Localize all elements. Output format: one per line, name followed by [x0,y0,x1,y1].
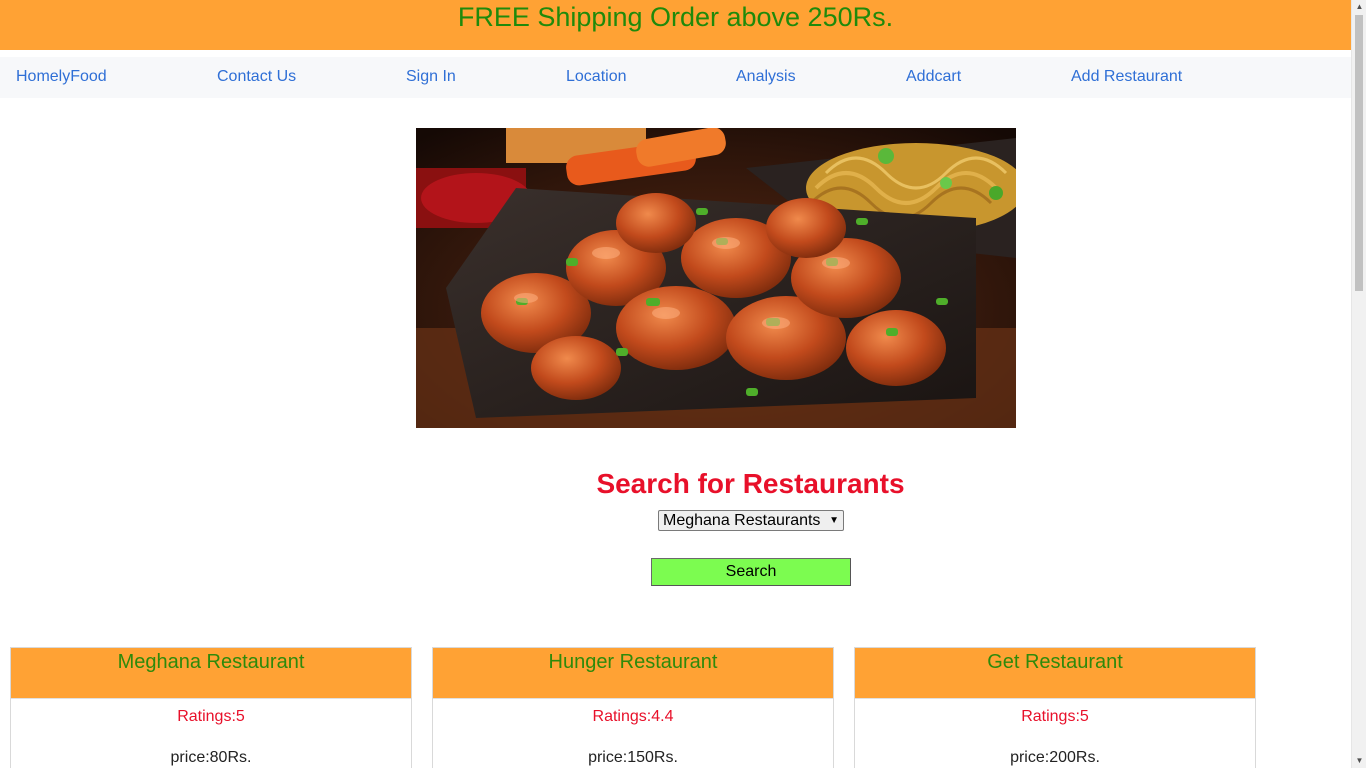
restaurant-price: price:150Rs. [588,749,678,766]
content: FREE Shipping Order above 250Rs. HomelyF… [0,0,1351,768]
restaurant-price: price:80Rs. [170,749,252,766]
vertical-scrollbar[interactable]: ▲ ▼ [1351,0,1366,768]
nav-sign-in[interactable]: Sign In [406,68,456,86]
restaurant-card-header: Meghana Restaurant [11,648,411,699]
navbar: HomelyFood Contact Us Sign In Location A… [0,57,1351,98]
search-button[interactable]: Search [651,558,851,586]
restaurant-select-value: Meghana Restaurants [663,512,821,529]
restaurant-card[interactable]: Hunger Restaurant Ratings:4.4 price:150R… [432,647,834,768]
page: FREE Shipping Order above 250Rs. HomelyF… [0,0,1366,768]
scroll-up-arrow-icon[interactable]: ▲ [1352,0,1366,14]
chevron-down-icon: ▼ [829,515,839,526]
restaurant-name: Get Restaurant [987,651,1123,673]
banner-text: FREE Shipping Order above 250Rs. [457,2,894,32]
restaurant-card-header: Hunger Restaurant [433,648,833,699]
shipping-banner: FREE Shipping Order above 250Rs. [0,0,1351,50]
restaurant-name: Meghana Restaurant [117,651,305,673]
scroll-down-arrow-icon[interactable]: ▼ [1352,754,1366,768]
restaurant-card-header: Get Restaurant [855,648,1255,699]
search-title: Search for Restaurants [596,468,905,499]
restaurant-rating: Ratings:5 [1021,708,1089,725]
nav-homelyfood[interactable]: HomelyFood [16,68,107,86]
nav-addcart[interactable]: Addcart [906,68,961,86]
restaurant-card[interactable]: Meghana Restaurant Ratings:5 price:80Rs. [10,647,412,768]
nav-location[interactable]: Location [566,68,627,86]
restaurant-name: Hunger Restaurant [548,651,718,673]
nav-analysis[interactable]: Analysis [736,68,796,86]
nav-add-restaurant[interactable]: Add Restaurant [1071,68,1182,86]
restaurant-price: price:200Rs. [1010,749,1100,766]
restaurant-select[interactable]: Meghana Restaurants ▼ [658,510,844,531]
nav-contact-us[interactable]: Contact Us [217,68,296,86]
scrollbar-thumb[interactable] [1355,15,1363,291]
restaurant-rating: Ratings:5 [177,708,245,725]
restaurant-rating: Ratings:4.4 [592,708,674,725]
hero-food-image [416,128,1016,428]
restaurant-card[interactable]: Get Restaurant Ratings:5 price:200Rs. [854,647,1256,768]
